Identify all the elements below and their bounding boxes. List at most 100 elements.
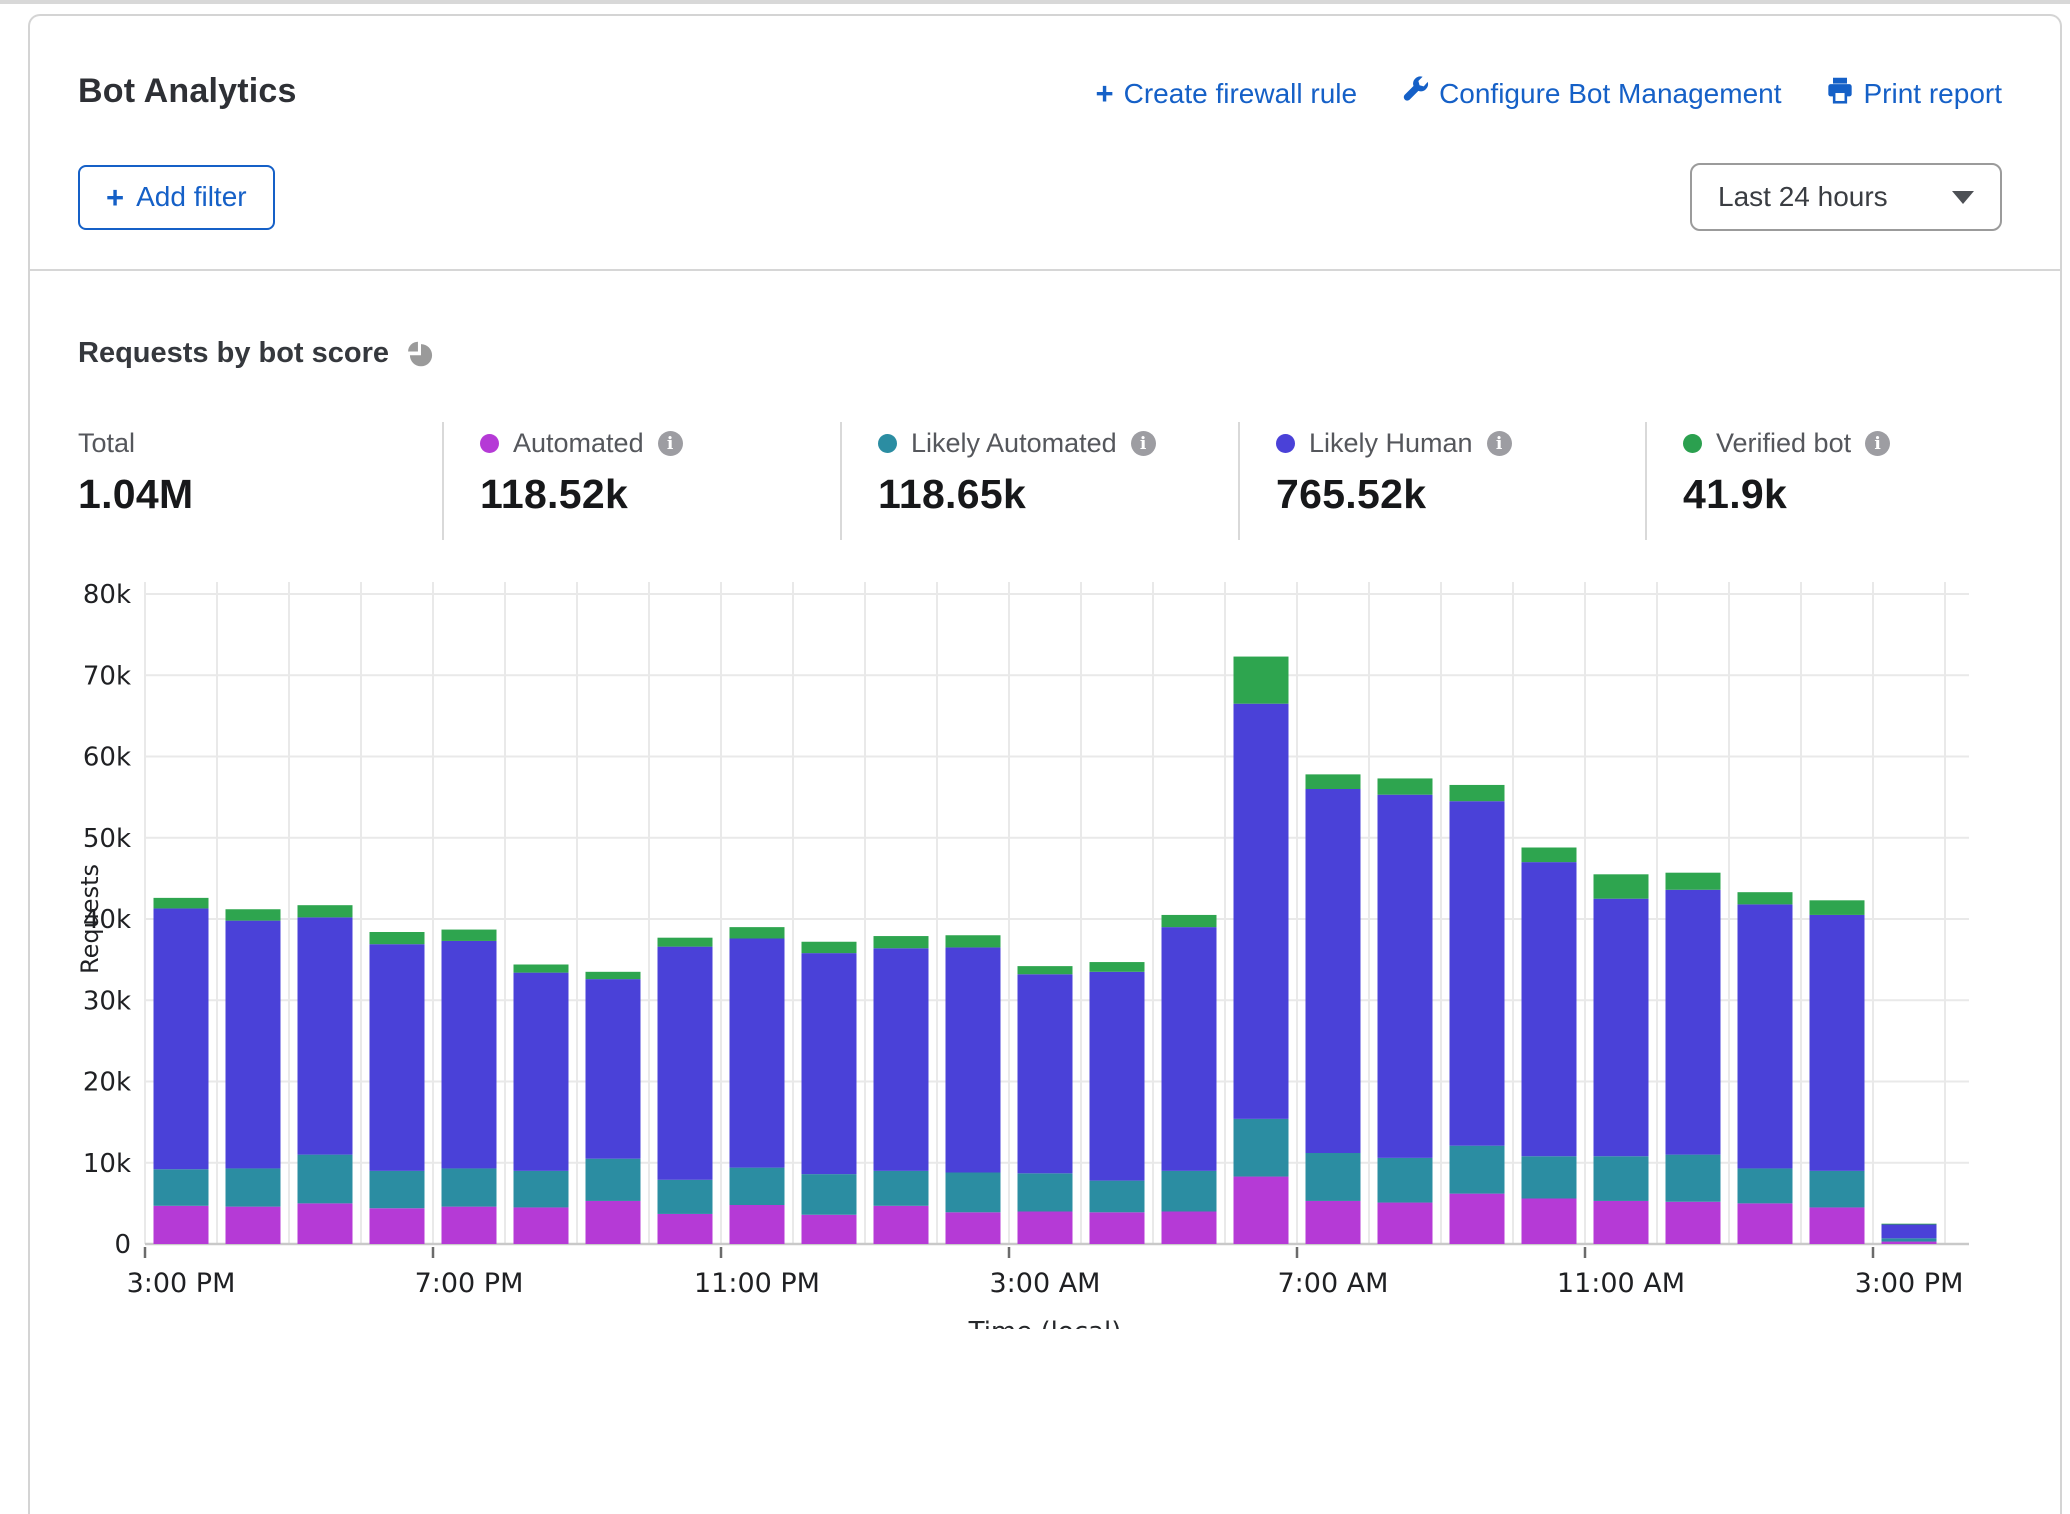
bar-segment-likely-automated[interactable] xyxy=(1090,1181,1145,1213)
bar-segment-verified-bot[interactable] xyxy=(1882,1224,1937,1225)
bar-segment-verified-bot[interactable] xyxy=(1090,962,1145,972)
bar-segment-verified-bot[interactable] xyxy=(1234,657,1289,704)
bar-segment-likely-automated[interactable] xyxy=(226,1168,281,1206)
bar-segment-likely-human[interactable] xyxy=(658,947,713,1180)
bar-segment-likely-automated[interactable] xyxy=(1810,1171,1865,1208)
bar-segment-likely-automated[interactable] xyxy=(946,1173,1001,1213)
bar-segment-verified-bot[interactable] xyxy=(1378,778,1433,794)
bar-segment-automated[interactable] xyxy=(1306,1201,1361,1244)
bar-segment-likely-automated[interactable] xyxy=(1018,1173,1073,1211)
bar-segment-likely-automated[interactable] xyxy=(1162,1171,1217,1212)
bar-segment-likely-automated[interactable] xyxy=(370,1171,425,1208)
info-icon[interactable]: i xyxy=(658,431,683,456)
bar-segment-automated[interactable] xyxy=(1090,1212,1145,1244)
bar-segment-likely-human[interactable] xyxy=(1234,704,1289,1119)
info-icon[interactable]: i xyxy=(1487,431,1512,456)
bar-segment-likely-human[interactable] xyxy=(946,947,1001,1172)
bar-segment-verified-bot[interactable] xyxy=(370,932,425,944)
bar-segment-automated[interactable] xyxy=(298,1203,353,1244)
bar-segment-likely-human[interactable] xyxy=(1594,899,1649,1157)
bar-segment-likely-automated[interactable] xyxy=(1666,1155,1721,1202)
bar-segment-likely-human[interactable] xyxy=(298,917,353,1154)
bar-segment-automated[interactable] xyxy=(730,1205,785,1244)
bar-segment-likely-human[interactable] xyxy=(1522,862,1577,1156)
bar-segment-automated[interactable] xyxy=(1738,1203,1793,1244)
bar-segment-automated[interactable] xyxy=(946,1212,1001,1244)
bar-segment-verified-bot[interactable] xyxy=(1738,892,1793,904)
bar-segment-automated[interactable] xyxy=(1450,1194,1505,1244)
bar-segment-verified-bot[interactable] xyxy=(1810,900,1865,915)
bar-segment-likely-human[interactable] xyxy=(1810,915,1865,1171)
bar-segment-likely-automated[interactable] xyxy=(1378,1158,1433,1203)
bar-segment-likely-automated[interactable] xyxy=(874,1171,929,1206)
bar-segment-likely-automated[interactable] xyxy=(586,1159,641,1201)
bar-segment-verified-bot[interactable] xyxy=(154,898,209,909)
bar-segment-likely-human[interactable] xyxy=(370,944,425,1171)
bar-segment-verified-bot[interactable] xyxy=(226,909,281,920)
bar-segment-verified-bot[interactable] xyxy=(1162,915,1217,927)
bar-segment-automated[interactable] xyxy=(226,1207,281,1244)
bar-segment-likely-human[interactable] xyxy=(1882,1225,1937,1239)
create-firewall-rule-link[interactable]: + Create firewall rule xyxy=(1096,78,1358,110)
bar-segment-verified-bot[interactable] xyxy=(514,965,569,973)
bar-segment-automated[interactable] xyxy=(1378,1203,1433,1244)
bar-segment-likely-human[interactable] xyxy=(586,979,641,1159)
bar-segment-verified-bot[interactable] xyxy=(1666,873,1721,890)
bar-segment-likely-human[interactable] xyxy=(442,941,497,1169)
bar-segment-automated[interactable] xyxy=(1810,1207,1865,1244)
bar-segment-verified-bot[interactable] xyxy=(730,927,785,938)
bar-segment-verified-bot[interactable] xyxy=(1018,966,1073,974)
bar-segment-likely-automated[interactable] xyxy=(1450,1146,1505,1194)
bar-segment-likely-human[interactable] xyxy=(1666,890,1721,1155)
bar-segment-likely-human[interactable] xyxy=(1306,789,1361,1153)
bar-segment-verified-bot[interactable] xyxy=(1594,874,1649,898)
bar-segment-likely-human[interactable] xyxy=(730,939,785,1168)
bar-segment-automated[interactable] xyxy=(442,1207,497,1244)
bar-segment-automated[interactable] xyxy=(1522,1199,1577,1245)
bar-segment-automated[interactable] xyxy=(370,1208,425,1244)
bar-segment-automated[interactable] xyxy=(802,1215,857,1244)
bar-segment-likely-human[interactable] xyxy=(1378,795,1433,1158)
bar-segment-likely-automated[interactable] xyxy=(1234,1119,1289,1177)
bar-segment-likely-human[interactable] xyxy=(514,973,569,1171)
bar-segment-verified-bot[interactable] xyxy=(1306,774,1361,789)
bar-segment-likely-automated[interactable] xyxy=(730,1168,785,1205)
bar-segment-likely-automated[interactable] xyxy=(442,1168,497,1206)
bar-segment-automated[interactable] xyxy=(1594,1201,1649,1244)
bar-segment-likely-automated[interactable] xyxy=(514,1171,569,1208)
configure-bot-management-link[interactable]: Configure Bot Management xyxy=(1401,76,1781,111)
bar-segment-likely-automated[interactable] xyxy=(658,1180,713,1214)
bar-segment-verified-bot[interactable] xyxy=(658,938,713,947)
bar-segment-automated[interactable] xyxy=(586,1201,641,1244)
bar-segment-automated[interactable] xyxy=(1234,1177,1289,1244)
bar-segment-likely-human[interactable] xyxy=(1090,972,1145,1181)
bar-segment-verified-bot[interactable] xyxy=(1522,848,1577,863)
bar-segment-likely-automated[interactable] xyxy=(1738,1168,1793,1203)
bar-segment-automated[interactable] xyxy=(154,1206,209,1244)
bar-segment-automated[interactable] xyxy=(514,1207,569,1244)
bar-segment-likely-human[interactable] xyxy=(802,953,857,1174)
add-filter-button[interactable]: + Add filter xyxy=(78,165,275,230)
bar-segment-verified-bot[interactable] xyxy=(874,936,929,948)
time-range-select[interactable]: Last 24 hours xyxy=(1690,163,2002,231)
bar-segment-automated[interactable] xyxy=(1882,1242,1937,1244)
info-icon[interactable]: i xyxy=(1131,431,1156,456)
info-icon[interactable]: i xyxy=(1865,431,1890,456)
bar-segment-verified-bot[interactable] xyxy=(802,942,857,953)
bar-segment-automated[interactable] xyxy=(874,1206,929,1244)
bar-segment-likely-human[interactable] xyxy=(874,948,929,1171)
bar-segment-likely-human[interactable] xyxy=(1018,974,1073,1173)
bar-segment-likely-automated[interactable] xyxy=(298,1155,353,1204)
bar-segment-likely-human[interactable] xyxy=(226,921,281,1169)
bar-segment-automated[interactable] xyxy=(1018,1212,1073,1245)
bar-segment-likely-human[interactable] xyxy=(154,908,209,1169)
bar-segment-likely-automated[interactable] xyxy=(802,1174,857,1215)
bar-segment-automated[interactable] xyxy=(1666,1202,1721,1244)
bar-segment-likely-human[interactable] xyxy=(1738,904,1793,1168)
print-report-link[interactable]: Print report xyxy=(1826,76,2003,111)
bar-segment-verified-bot[interactable] xyxy=(586,972,641,979)
bar-segment-likely-automated[interactable] xyxy=(1522,1156,1577,1198)
bar-segment-verified-bot[interactable] xyxy=(442,930,497,941)
bar-segment-likely-automated[interactable] xyxy=(1594,1156,1649,1201)
bar-segment-verified-bot[interactable] xyxy=(298,905,353,917)
